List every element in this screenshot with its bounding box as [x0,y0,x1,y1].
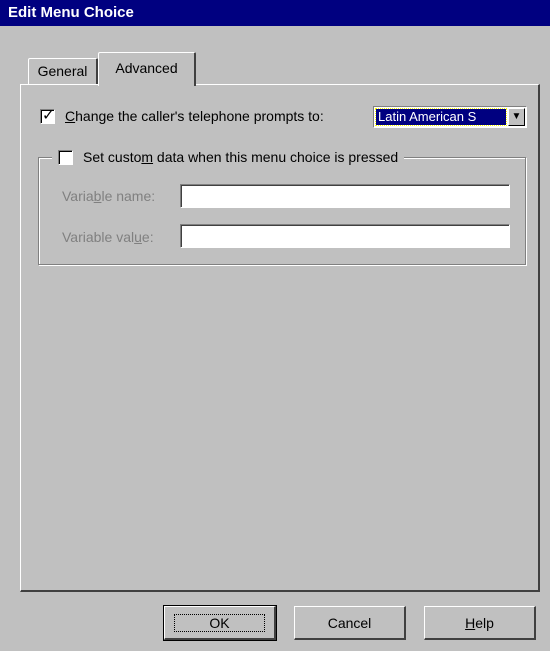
tab-general[interactable]: General [28,58,98,84]
tab-advanced[interactable]: Advanced [98,52,196,86]
custom-data-checkbox[interactable] [58,149,73,165]
ok-button[interactable]: OK [163,605,277,641]
tab-general-label: General [37,63,88,79]
change-prompts-checkbox[interactable]: ✓ [40,106,55,124]
checkmark-icon: ✓ [42,106,55,124]
cancel-button[interactable]: Cancel [294,606,406,640]
change-prompts-label[interactable]: Change the caller's telephone prompts to… [65,108,324,124]
prompts-language-select[interactable]: Latin American S ▼ [373,106,527,128]
help-button[interactable]: Help [424,606,536,640]
custom-data-groupbox [38,157,526,265]
help-button-label: Help [465,615,494,631]
dropdown-arrow-icon[interactable]: ▼ [508,108,525,126]
cancel-button-label: Cancel [327,615,372,631]
change-prompts-row: ✓ Change the caller's telephone prompts … [40,104,324,128]
ok-button-label: OK [174,614,265,632]
variable-value-input[interactable] [180,224,510,248]
variable-name-label: Variable name: [62,188,156,204]
custom-data-label[interactable]: Set custom data when this menu choice is… [83,149,398,165]
title-bar: Edit Menu Choice [0,0,550,26]
tab-advanced-label: Advanced [115,60,178,76]
prompts-language-value: Latin American S [375,108,507,126]
variable-name-input[interactable] [180,184,510,208]
variable-value-label: Variable value: [62,229,154,245]
window-title: Edit Menu Choice [8,4,134,21]
custom-data-row: Set custom data when this menu choice is… [52,146,405,168]
